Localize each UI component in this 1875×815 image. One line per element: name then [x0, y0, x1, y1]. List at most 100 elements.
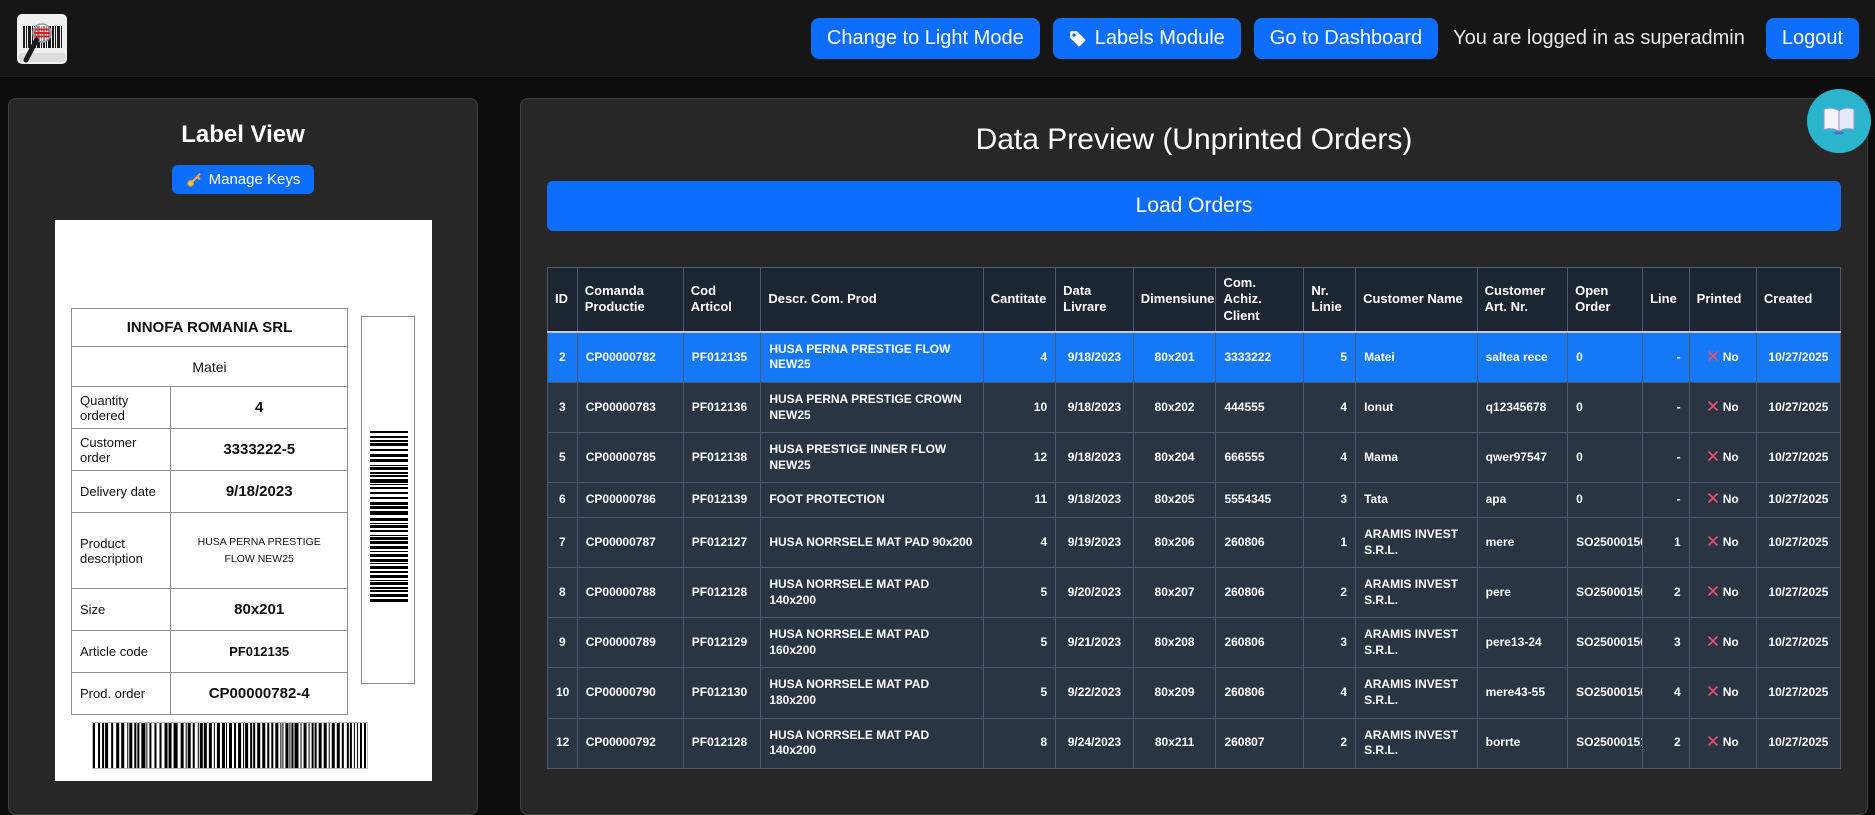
table-cell: 666555 — [1216, 433, 1304, 483]
table-row[interactable]: 12CP00000792PF012128HUSA NORRSELE MAT PA… — [548, 718, 1841, 768]
table-cell: HUSA NORRSELE MAT PAD 180x200 — [761, 668, 983, 718]
label-field-name: Delivery date — [72, 471, 171, 513]
table-cell: SO25000150 — [1568, 568, 1643, 618]
table-cell: Matei — [1356, 332, 1478, 383]
table-row[interactable]: 9CP00000789PF012129HUSA NORRSELE MAT PAD… — [548, 618, 1841, 668]
table-cell: PF012127 — [683, 517, 761, 567]
table-cell: borrte — [1477, 718, 1568, 768]
table-cell: 3 — [1304, 483, 1356, 518]
table-cell: 260806 — [1216, 517, 1304, 567]
table-cell: 4 — [1304, 382, 1356, 432]
table-cell: 9/18/2023 — [1056, 332, 1134, 383]
top-navbar: Change to Light Mode Labels Module Go to… — [0, 0, 1875, 78]
table-cell: 80x211 — [1133, 718, 1216, 768]
table-cell: 2 — [1304, 718, 1356, 768]
table-cell: 10 — [548, 668, 578, 718]
table-cell: q12345678 — [1477, 382, 1568, 432]
table-cell: 5554345 — [1216, 483, 1304, 518]
table-cell: pere — [1477, 568, 1568, 618]
table-cell: 3 — [1643, 618, 1690, 668]
table-row[interactable]: 7CP00000787PF012127HUSA NORRSELE MAT PAD… — [548, 517, 1841, 567]
column-header: Open Order — [1568, 268, 1643, 332]
table-row[interactable]: 5CP00000785PF012138HUSA PRESTIGE INNER F… — [548, 433, 1841, 483]
table-cell: SO25000150 — [1568, 517, 1643, 567]
table-row[interactable]: 2CP00000782PF012135HUSA PERNA PRESTIGE F… — [548, 332, 1841, 383]
table-cell: HUSA PERNA PRESTIGE CROWN NEW25 — [761, 382, 983, 432]
table-cell: 9/22/2023 — [1056, 668, 1134, 718]
table-cell: 5 — [983, 668, 1055, 718]
table-cell: 3 — [548, 382, 578, 432]
printed-no-text: No — [1723, 585, 1739, 599]
go-to-dashboard-button[interactable]: Go to Dashboard — [1254, 18, 1438, 59]
table-cell: 6 — [548, 483, 578, 518]
table-cell: 5 — [548, 433, 578, 483]
change-light-mode-button[interactable]: Change to Light Mode — [811, 18, 1040, 59]
printed-status: No — [1689, 718, 1756, 768]
printed-no-text: No — [1723, 492, 1739, 506]
labels-module-button[interactable]: Labels Module — [1053, 18, 1241, 59]
table-cell: HUSA NORRSELE MAT PAD 160x200 — [761, 618, 983, 668]
table-cell: 9/20/2023 — [1056, 568, 1134, 618]
table-cell: ARAMIS INVEST S.R.L. — [1356, 568, 1478, 618]
table-cell: 10/27/2025 — [1756, 517, 1840, 567]
table-cell: 0 — [1568, 483, 1643, 518]
table-cell: PF012139 — [683, 483, 761, 518]
table-cell: Ionut — [1356, 382, 1478, 432]
table-cell: CP00000792 — [577, 718, 683, 768]
x-icon — [1707, 735, 1719, 747]
table-row[interactable]: 8CP00000788PF012128HUSA NORRSELE MAT PAD… — [548, 568, 1841, 618]
manage-keys-label: Manage Keys — [209, 171, 301, 188]
table-cell: 9/19/2023 — [1056, 517, 1134, 567]
label-field-value: 4 — [171, 387, 348, 429]
floating-book-button[interactable] — [1807, 89, 1871, 153]
label-field-value: 3333222-5 — [171, 429, 348, 471]
table-cell: 4 — [983, 332, 1055, 383]
table-cell: CP00000787 — [577, 517, 683, 567]
barcode-scanner-logo-icon — [16, 13, 68, 65]
table-cell: 80x201 — [1133, 332, 1216, 383]
table-cell: HUSA NORRSELE MAT PAD 90x200 — [761, 517, 983, 567]
label-view-panel: Label View Manage Keys INNOFA ROMANIA SR… — [8, 98, 478, 815]
table-cell: 80x204 — [1133, 433, 1216, 483]
table-cell: CP00000782 — [577, 332, 683, 383]
table-cell: PF012129 — [683, 618, 761, 668]
table-cell: 9/21/2023 — [1056, 618, 1134, 668]
label-field-value: HUSA PERNA PRESTIGE FLOW NEW25 — [171, 513, 348, 589]
table-cell: 10/27/2025 — [1756, 433, 1840, 483]
logout-button[interactable]: Logout — [1766, 18, 1859, 59]
table-cell: 1 — [1304, 517, 1356, 567]
table-cell: ARAMIS INVEST S.R.L. — [1356, 517, 1478, 567]
table-cell: 5 — [1304, 332, 1356, 383]
key-icon — [186, 172, 202, 188]
column-header: Dimensiune — [1133, 268, 1216, 332]
table-cell: 260806 — [1216, 568, 1304, 618]
table-cell: SO25000151 — [1568, 718, 1643, 768]
column-header: ID — [548, 268, 578, 332]
printed-status: No — [1689, 517, 1756, 567]
label-field-name: Article code — [72, 631, 171, 673]
table-cell: - — [1643, 332, 1690, 383]
printed-status: No — [1689, 433, 1756, 483]
table-cell: 8 — [548, 568, 578, 618]
table-cell: 9/18/2023 — [1056, 433, 1134, 483]
table-cell: CP00000783 — [577, 382, 683, 432]
app-logo[interactable] — [16, 13, 68, 65]
table-cell: pere13-24 — [1477, 618, 1568, 668]
table-row[interactable]: 6CP00000786PF012139FOOT PROTECTION119/18… — [548, 483, 1841, 518]
table-cell: 0 — [1568, 433, 1643, 483]
data-preview-panel: Data Preview (Unprinted Orders) Load Ord… — [520, 98, 1868, 815]
label-field-name: Prod. order — [72, 673, 171, 715]
manage-keys-button[interactable]: Manage Keys — [172, 165, 315, 194]
column-header: Cantitate — [983, 268, 1055, 332]
table-row[interactable]: 3CP00000783PF012136HUSA PERNA PRESTIGE C… — [548, 382, 1841, 432]
column-header: Data Livrare — [1056, 268, 1134, 332]
label-field-name: Size — [72, 589, 171, 631]
table-cell: apa — [1477, 483, 1568, 518]
load-orders-button[interactable]: Load Orders — [547, 181, 1841, 231]
table-cell: mere43-55 — [1477, 668, 1568, 718]
printed-status: No — [1689, 568, 1756, 618]
table-cell: PF012136 — [683, 382, 761, 432]
table-cell: ARAMIS INVEST S.R.L. — [1356, 668, 1478, 718]
table-cell: 10/27/2025 — [1756, 668, 1840, 718]
table-row[interactable]: 10CP00000790PF012130HUSA NORRSELE MAT PA… — [548, 668, 1841, 718]
